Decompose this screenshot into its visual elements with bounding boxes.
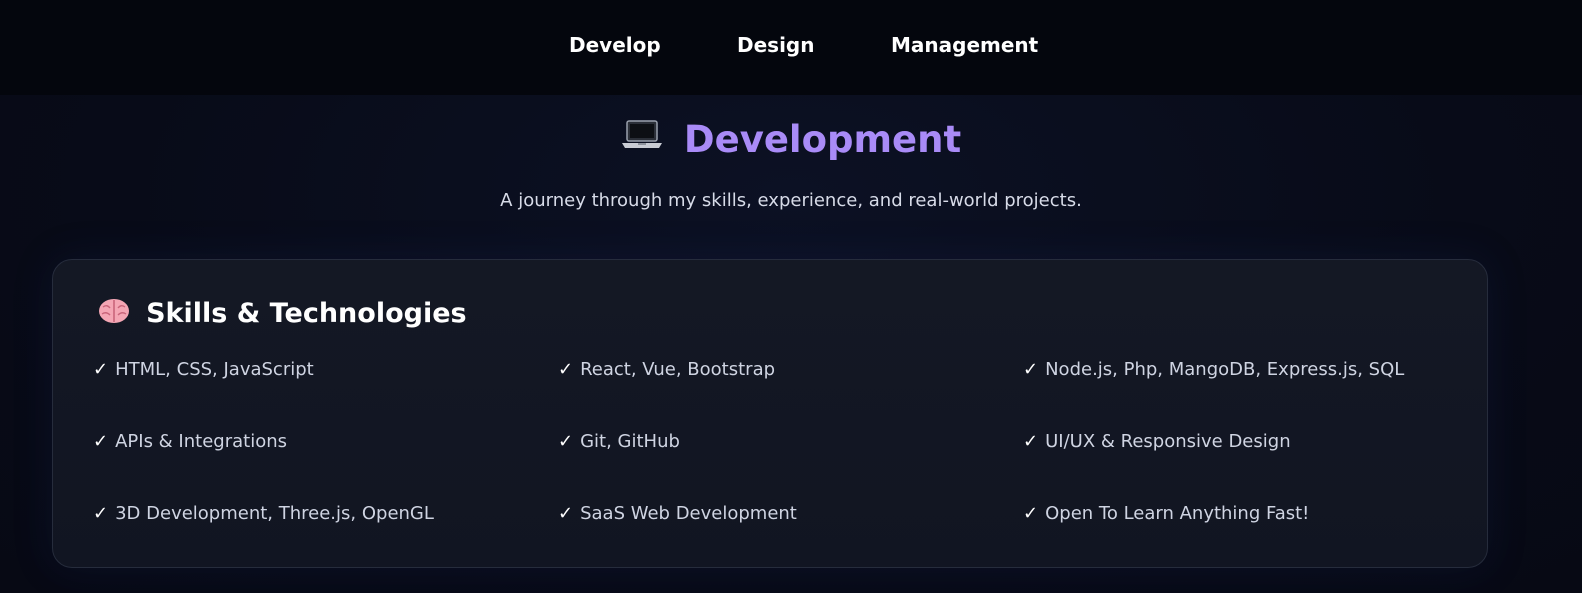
skill-item-label: Open To Learn Anything Fast! bbox=[1045, 503, 1310, 524]
skill-item-label: React, Vue, Bootstrap bbox=[580, 359, 776, 380]
skill-item: ✓ Git, GitHub bbox=[558, 429, 680, 455]
brain-icon bbox=[97, 296, 131, 330]
check-icon: ✓ bbox=[93, 359, 109, 380]
skill-item-label: UI/UX & Responsive Design bbox=[1045, 431, 1291, 452]
skill-item: ✓ APIs & Integrations bbox=[93, 429, 287, 455]
skill-item: ✓ SaaS Web Development bbox=[558, 501, 797, 527]
skill-item-label: Node.js, Php, MangoDB, Express.js, SQL bbox=[1045, 359, 1405, 380]
nav-link-management[interactable]: Management bbox=[891, 30, 1038, 60]
check-icon: ✓ bbox=[1023, 503, 1039, 524]
skills-card: Skills & Technologies ✓ HTML, CSS, JavaSc… bbox=[52, 259, 1488, 568]
top-navigation: Develop Design Management bbox=[0, 0, 1582, 95]
check-icon: ✓ bbox=[558, 431, 574, 452]
skills-heading: Skills & Technologies bbox=[97, 296, 467, 336]
skills-title: Skills & Technologies bbox=[146, 297, 467, 329]
skill-item: ✓ 3D Development, Three.js, OpenGL bbox=[93, 501, 434, 527]
skill-item: ✓ HTML, CSS, JavaScript bbox=[93, 357, 314, 383]
skill-item: ✓ Node.js, Php, MangoDB, Express.js, SQL bbox=[1023, 357, 1404, 383]
skill-item: ✓ React, Vue, Bootstrap bbox=[558, 357, 775, 383]
page-header: Development bbox=[0, 118, 1582, 168]
check-icon: ✓ bbox=[93, 431, 109, 452]
nav-link-develop[interactable]: Develop bbox=[569, 30, 661, 60]
skill-item: ✓ Open To Learn Anything Fast! bbox=[1023, 501, 1309, 527]
skill-item-label: Git, GitHub bbox=[580, 431, 680, 452]
check-icon: ✓ bbox=[558, 503, 574, 524]
skill-item-label: APIs & Integrations bbox=[115, 431, 287, 452]
skill-item-label: HTML, CSS, JavaScript bbox=[115, 359, 314, 380]
check-icon: ✓ bbox=[558, 359, 574, 380]
check-icon: ✓ bbox=[1023, 359, 1039, 380]
skill-item-label: 3D Development, Three.js, OpenGL bbox=[115, 503, 434, 524]
page-subtitle: A journey through my skills, experience,… bbox=[500, 190, 1082, 211]
nav-link-design[interactable]: Design bbox=[737, 30, 814, 60]
laptop-icon bbox=[621, 119, 663, 155]
skill-item-label: SaaS Web Development bbox=[580, 503, 797, 524]
page-title: Development bbox=[683, 118, 962, 161]
check-icon: ✓ bbox=[93, 503, 109, 524]
skill-item: ✓ UI/UX & Responsive Design bbox=[1023, 429, 1291, 455]
check-icon: ✓ bbox=[1023, 431, 1039, 452]
